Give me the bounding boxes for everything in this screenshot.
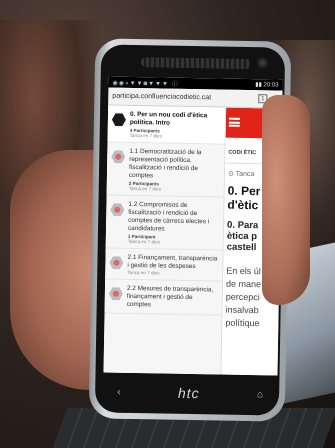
list-item[interactable]: 0. Per un nou codi d'ètica política. Int… [107,105,226,145]
hexagon-dot-icon [115,154,121,160]
hexagon-icon [110,203,124,217]
list-item[interactable]: 2.2 Mesures de transparència, finançamen… [104,279,223,316]
phone-face: ◉◉◖▼▼◙▼▼▼ ⓘ ▮▮ 20:03 participa.confluenc… [94,44,286,416]
hexagon-dot-icon [113,291,119,297]
phone-nav-bar: ‹ htc ⌂ [103,377,277,410]
list-item-title: 0. Per un nou codi d'ètica política. Int… [129,110,208,127]
brand-logo: htc [177,384,200,402]
speaker-grille [140,57,251,70]
list-item-title: 2.1 Finançament, transparència i gestió … [127,253,218,271]
list-item[interactable]: 2.1 Finançament, transparència i gestió … [105,248,223,282]
home-icon[interactable]: ⌂ [257,389,263,400]
list-item-text: 2.2 Mesures de transparència, finançamen… [127,285,218,311]
body-line: polítique [225,317,260,329]
phone: ◉◉◖▼▼◙▼▼▼ ⓘ ▮▮ 20:03 participa.confluenc… [88,38,292,422]
list-item-text: 0. Per un nou codi d'ètica política. Int… [130,111,221,140]
hexagon-icon [109,256,123,270]
notification-icons: ◉◉◖▼▼◙▼▼▼ ⓘ [112,80,179,88]
status-clock: ▮▮ 20:03 [255,82,279,89]
list-item-deadline: Tanca en 7 dies [129,132,162,139]
proposal-list: 0. Per un nou codi d'ètica política. Int… [103,105,227,375]
list-item-deadline: Tanca en 7 dies [127,269,160,276]
body-line: insalvab [225,304,259,316]
hexagon-dot-icon [113,260,119,266]
list-item-title: 2.2 Mesures de transparència, finançamen… [126,284,214,309]
list-item-text: 1.2 Compromisos de fiscalització i rendi… [128,201,220,246]
hexagon-icon [109,287,123,301]
hexagon-dot-icon [114,207,120,213]
url-text[interactable]: participa.confluenciacodietic.cat [112,93,255,102]
list-item-deadline: Tanca en 7 dies [127,238,161,245]
list-item-title: 1.2 Compromisos de fiscalització i rendi… [127,200,210,233]
hexagon-icon [112,113,126,127]
list-item-text: 2.1 Finançament, transparència i gestió … [127,254,218,277]
page-content: 0. Per un nou codi d'ètica política. Int… [103,105,283,376]
hamburger-menu-icon[interactable] [228,117,240,127]
list-item-text: 1.1 Democratització de la representació … [129,148,221,193]
list-item[interactable]: 1.2 Compromisos de fiscalització i rendi… [105,195,224,251]
hexagon-icon [111,150,125,164]
back-icon[interactable]: ‹ [117,386,121,397]
list-item-title: 1.1 Democratització de la representació … [128,147,202,180]
list-item[interactable]: 1.1 Democratització de la representació … [106,142,225,198]
photo-background: ◉◉◖▼▼◙▼▼▼ ⓘ ▮▮ 20:03 participa.confluenc… [0,0,335,448]
hand-right [262,95,310,305]
front-camera [255,56,270,70]
list-item-deadline: Tanca en 7 dies [128,185,161,192]
phone-screen: ◉◉◖▼▼◙▼▼▼ ⓘ ▮▮ 20:03 participa.confluenc… [103,76,283,376]
